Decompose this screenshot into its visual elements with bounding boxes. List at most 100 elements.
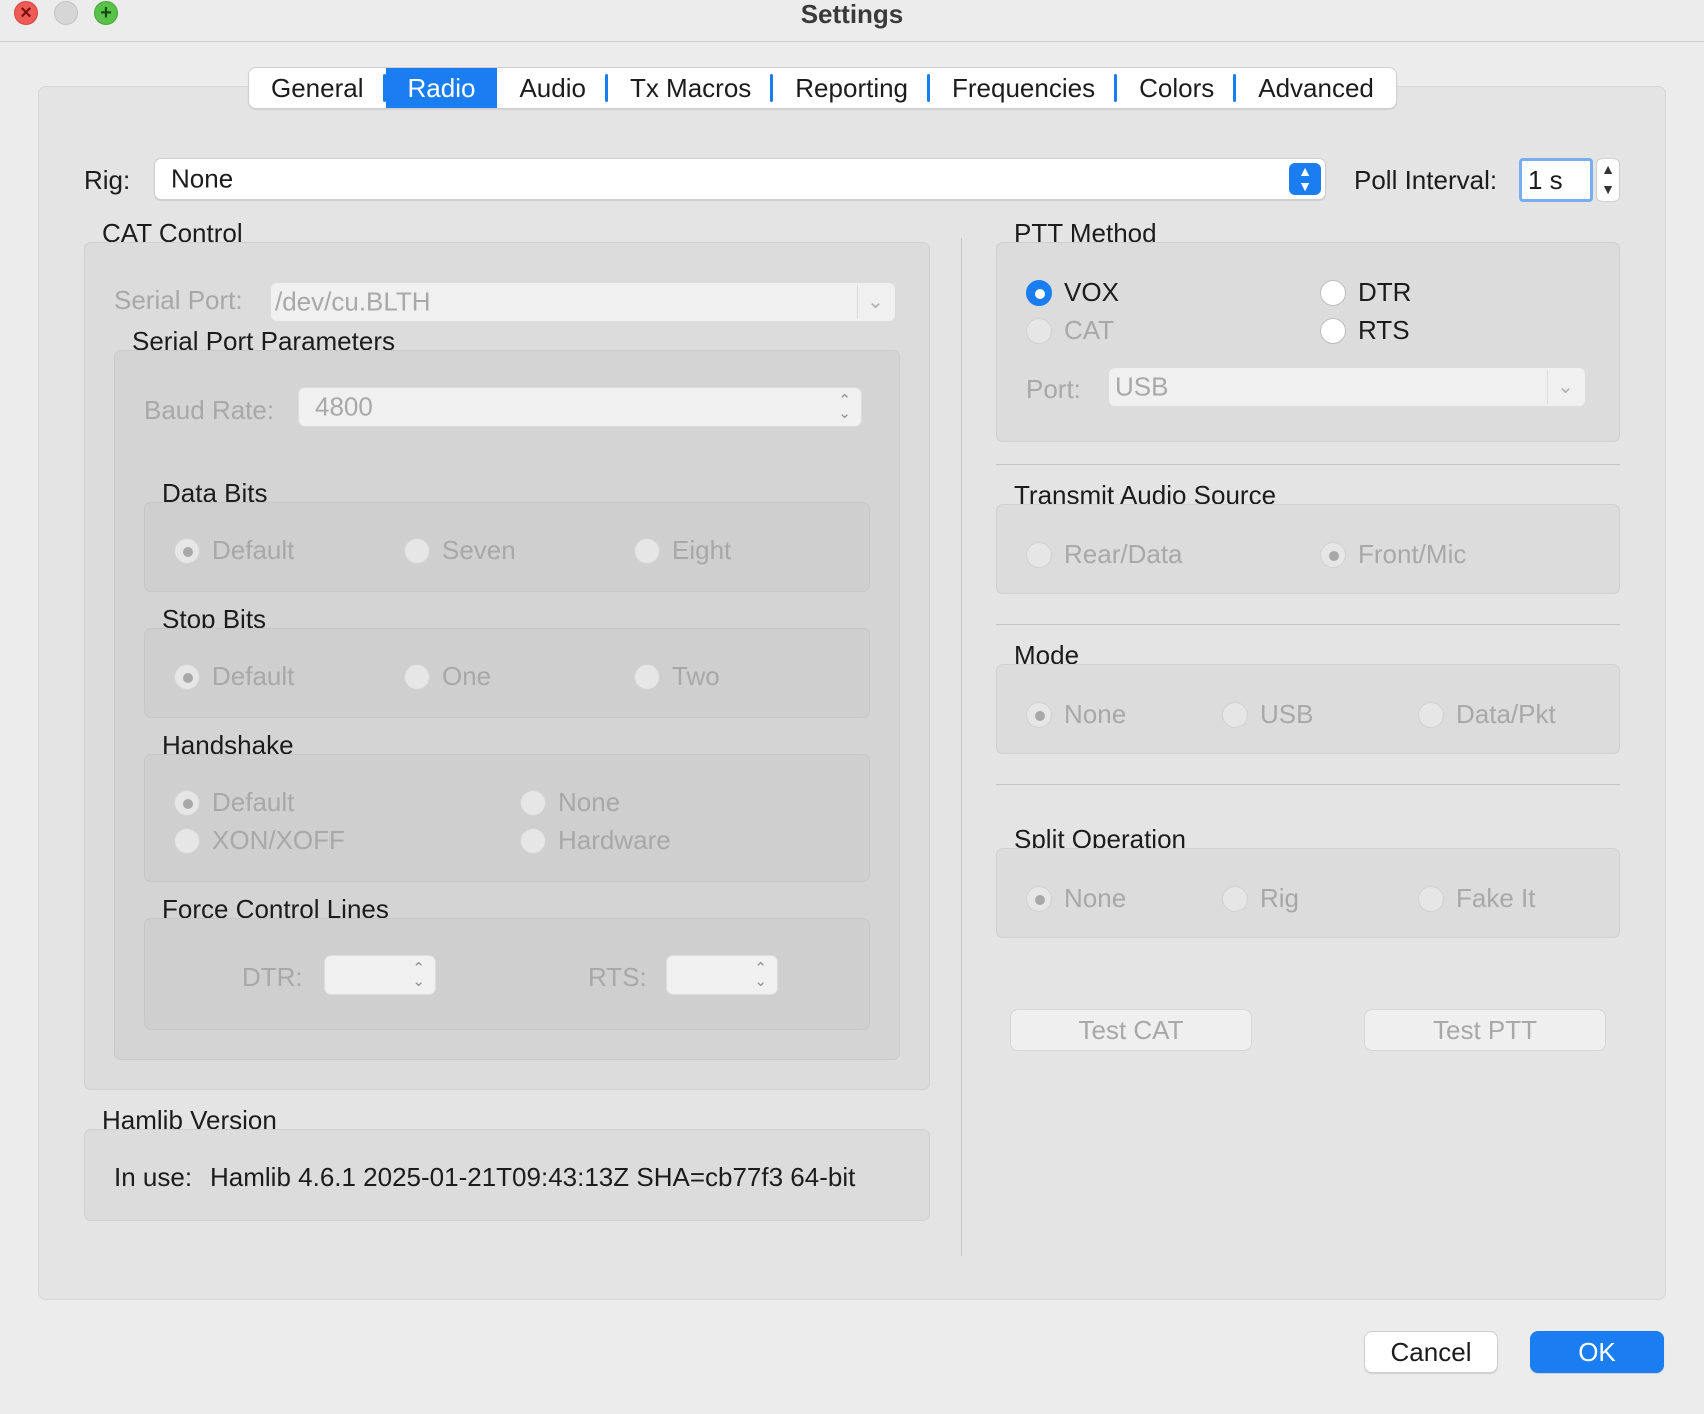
radio-label: Fake It [1456,883,1536,913]
radio-icon [634,537,660,564]
radio-icon [1026,279,1052,306]
radio-icon [1026,885,1052,912]
baud-rate-label: Baud Rate: [144,395,275,425]
tab-colors[interactable]: Colors [1117,68,1237,108]
radio-label: DTR [1358,277,1412,307]
divider [996,624,1620,625]
stop-bits-two-radio[interactable]: Two [634,661,720,692]
handshake-xonxoff-radio[interactable]: XON/XOFF [174,825,345,856]
cancel-button[interactable]: Cancel [1364,1331,1498,1373]
chevron-updown-icon: ⌃ ⌄ [754,960,767,990]
ptt-port-value: USB [1115,371,1169,402]
divider [996,464,1620,465]
radio-label: Default [212,535,295,565]
radio-label: Rear/Data [1064,539,1183,569]
radio-label: CAT [1064,315,1115,345]
serial-port-value: /dev/cu.BLTH [275,286,431,317]
data-bits-seven-radio[interactable]: Seven [404,535,516,566]
rig-label: Rig: [84,165,131,195]
radio-icon [1320,279,1346,306]
ptt-cat-radio[interactable]: CAT [1026,315,1114,346]
handshake-hardware-radio[interactable]: Hardware [520,825,671,856]
ptt-rts-radio[interactable]: RTS [1320,315,1410,346]
radio-icon [174,827,200,854]
dtr-label: DTR: [242,962,303,992]
stop-bits-default-radio[interactable]: Default [174,661,294,692]
test-cat-button[interactable]: Test CAT [1010,1009,1252,1051]
poll-interval-label: Poll Interval: [1354,165,1498,195]
radio-icon [1418,701,1444,728]
split-fake-it-radio[interactable]: Fake It [1418,883,1535,914]
radio-label: One [442,661,492,691]
radio-label: RTS [1358,315,1410,345]
tab-audio[interactable]: Audio [497,68,608,108]
tab-general[interactable]: General [249,68,386,108]
handshake-none-radio[interactable]: None [520,787,620,818]
handshake-group [144,754,870,882]
radio-label: USB [1260,699,1314,729]
tab-advanced[interactable]: Advanced [1236,68,1396,108]
tab-frequencies[interactable]: Frequencies [930,68,1118,108]
mode-datapkt-radio[interactable]: Data/Pkt [1418,699,1556,730]
serial-port-label: Serial Port: [114,285,243,315]
radio-label: Hardware [558,825,671,855]
radio-label: Default [212,787,295,817]
tab-bar: General Radio Audio Tx Macros Reporting … [248,67,1397,109]
baud-rate-select[interactable]: 4800 ⌃ ⌄ [298,387,862,427]
tab-tx-macros[interactable]: Tx Macros [608,68,774,108]
chevron-updown-icon: ⌃ ⌄ [838,392,851,422]
radio-label: Seven [442,535,516,565]
radio-label: Front/Mic [1358,539,1467,569]
split-none-radio[interactable]: None [1026,883,1126,914]
tx-audio-front-radio[interactable]: Front/Mic [1320,539,1466,570]
radio-label: Eight [672,535,732,565]
hamlib-in-use-label: In use: [114,1162,193,1192]
dtr-select[interactable]: ⌃ ⌄ [324,955,436,995]
mode-none-radio[interactable]: None [1026,699,1126,730]
rts-select[interactable]: ⌃ ⌄ [666,955,778,995]
poll-interval-input[interactable]: 1 s [1519,158,1593,202]
tab-reporting[interactable]: Reporting [773,68,930,108]
chevron-updown-icon: ⌃ ⌄ [412,960,425,990]
radio-icon [404,663,430,690]
radio-icon [520,789,546,816]
test-ptt-button[interactable]: Test PTT [1364,1009,1606,1051]
radio-label: None [558,787,621,817]
ptt-port-select[interactable]: USB ⌄ [1108,367,1586,407]
mode-usb-radio[interactable]: USB [1222,699,1313,730]
radio-label: Data/Pkt [1456,699,1556,729]
radio-label: XON/XOFF [212,825,345,855]
chevron-down-icon: ⌄ [857,285,893,319]
serial-port-select[interactable]: /dev/cu.BLTH ⌄ [270,282,896,322]
data-bits-eight-radio[interactable]: Eight [634,535,731,566]
baud-rate-value: 4800 [315,391,373,422]
stop-bits-one-radio[interactable]: One [404,661,491,692]
rig-value: None [171,163,234,194]
radio-icon [1026,701,1052,728]
chevron-down-icon: ⌄ [1547,370,1583,404]
radio-icon [1222,701,1248,728]
radio-icon [1026,541,1052,568]
ptt-dtr-radio[interactable]: DTR [1320,277,1411,308]
tab-radio[interactable]: Radio [385,68,498,108]
radio-icon [1418,885,1444,912]
rts-label: RTS: [588,962,647,992]
data-bits-default-radio[interactable]: Default [174,535,294,566]
ptt-vox-radio[interactable]: VOX [1026,277,1119,308]
radio-icon [520,827,546,854]
tx-audio-rear-radio[interactable]: Rear/Data [1026,539,1183,570]
rig-select[interactable]: None ▲ ▼ [154,158,1326,200]
ok-button[interactable]: OK [1530,1331,1664,1373]
title-bar: × + Settings [0,0,1704,42]
radio-label: Rig [1260,883,1300,913]
radio-icon [634,663,660,690]
split-rig-radio[interactable]: Rig [1222,883,1299,914]
handshake-default-radio[interactable]: Default [174,787,294,818]
radio-icon [174,789,200,816]
radio-icon [1222,885,1248,912]
poll-interval-stepper[interactable]: ▲ ▼ [1596,158,1620,202]
hamlib-version-value: Hamlib 4.6.1 2025-01-21T09:43:13Z SHA=cb… [210,1162,856,1192]
radio-icon [174,663,200,690]
radio-icon [1026,317,1052,344]
radio-label: None [1064,699,1127,729]
